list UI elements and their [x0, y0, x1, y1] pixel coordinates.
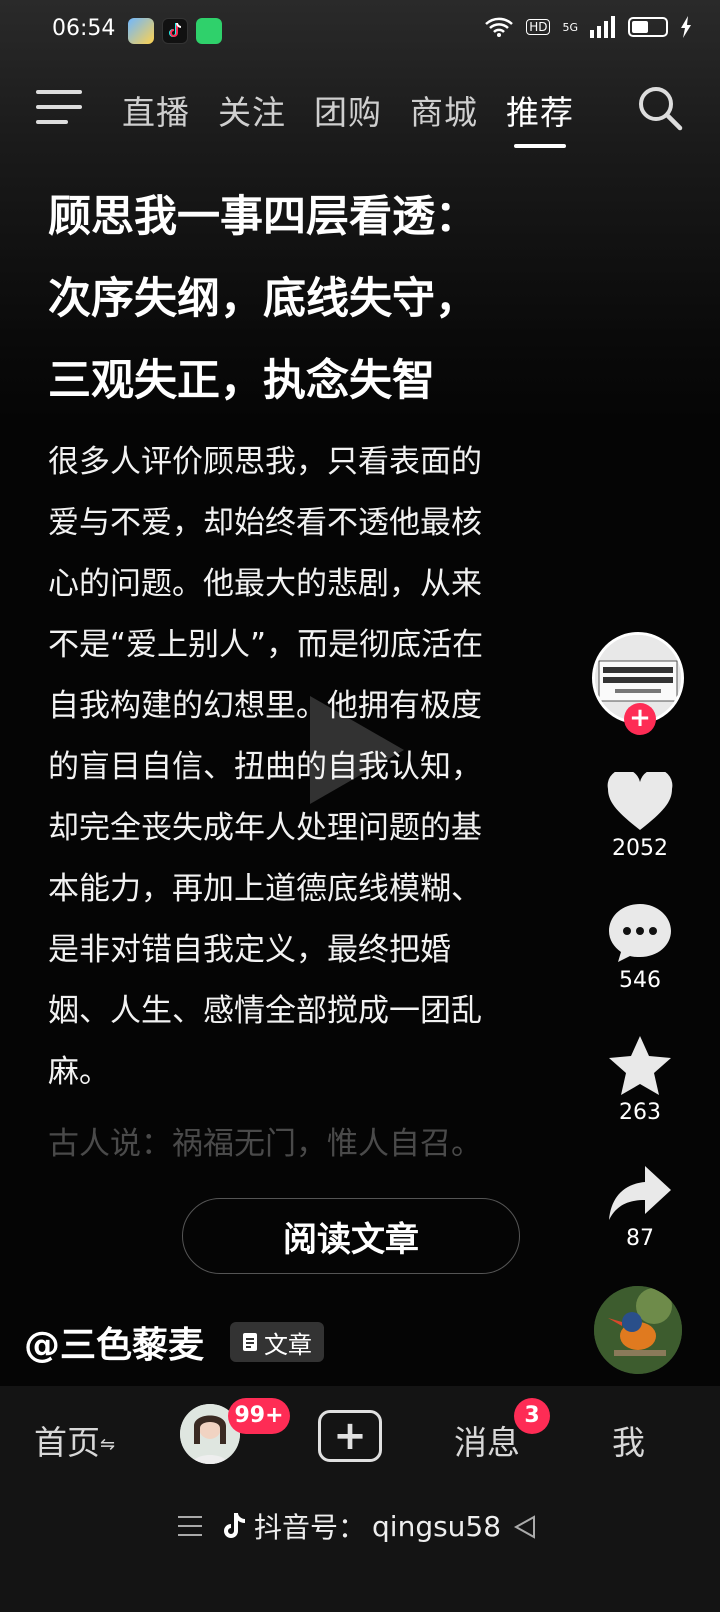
body-line: 姻、人生、感情全部搅成一团乱: [48, 993, 482, 1029]
body-line: 心的问题。他最大的悲剧，从来: [48, 566, 482, 602]
tab-mall[interactable]: 商城: [410, 86, 478, 134]
hd-indicator: HD: [526, 19, 551, 35]
friends-badge: 99+: [228, 1398, 290, 1434]
watermark-id: qingsu58: [372, 1509, 502, 1543]
star-icon: [609, 1036, 671, 1095]
body-line: 很多人评价顾思我，只看表面的: [48, 444, 482, 480]
music-disc-icon[interactable]: [594, 1286, 682, 1374]
share-count: 87: [626, 1226, 654, 1251]
create-post-button[interactable]: +: [318, 1410, 382, 1462]
body-line: 本能力，再加上道德底线模糊、: [48, 871, 482, 907]
message-app-icon: [196, 18, 222, 44]
menu-icon[interactable]: [36, 90, 82, 128]
charging-icon: [681, 16, 691, 38]
heart-icon: [607, 772, 673, 830]
plus-icon: +: [333, 1413, 367, 1459]
article-tag-label: 文章: [264, 1330, 312, 1359]
status-time: 06:54: [52, 16, 116, 41]
refresh-arrows-icon: ⇋: [100, 1434, 116, 1455]
nav-home[interactable]: 首页⇋: [34, 1416, 115, 1464]
author-name[interactable]: @三色藜麦: [24, 1316, 204, 1368]
article-tag: 文章: [230, 1322, 324, 1362]
like-count: 2052: [612, 836, 668, 861]
share-icon: [609, 1166, 671, 1220]
comment-count: 546: [619, 968, 661, 993]
favorite-count: 263: [619, 1100, 661, 1125]
system-menu-icon[interactable]: [178, 1516, 202, 1543]
douyin-logo-icon: [224, 1512, 246, 1538]
tab-recommended[interactable]: 推荐: [506, 86, 574, 148]
system-back-icon[interactable]: [512, 1514, 538, 1540]
search-icon[interactable]: [636, 84, 684, 132]
nav-home-label: 首页: [34, 1423, 100, 1462]
wifi-icon: [485, 17, 514, 37]
status-indicators: HD 5G: [484, 16, 692, 38]
play-icon[interactable]: [300, 690, 410, 810]
share-button[interactable]: 87: [590, 1164, 690, 1251]
watermark-label: 抖音号：: [254, 1511, 367, 1544]
tab-following[interactable]: 关注: [218, 86, 286, 134]
system-nav-bar: 抖音号： qingsu58: [0, 1496, 720, 1612]
nav-messages[interactable]: 消息: [454, 1416, 520, 1464]
signal-icon: [590, 16, 615, 38]
follow-plus-button[interactable]: +: [624, 703, 656, 735]
comment-icon: [609, 904, 671, 962]
document-icon: [243, 1333, 257, 1351]
title-line: 次序失纲，底线失守，: [48, 274, 478, 324]
title-line: 顾思我一事四层看透：: [48, 192, 478, 242]
article-title: 顾思我一事四层看透： 次序失纲，底线失守， 三观失正，执念失智: [48, 176, 648, 422]
comment-button[interactable]: 546: [590, 902, 690, 993]
body-line: 麻。: [48, 1054, 110, 1090]
network-indicator: 5G: [562, 20, 578, 34]
nav-me[interactable]: 我: [612, 1416, 645, 1464]
article-preview-faded: 古人说：祸福无门，惟人自召。: [48, 1126, 482, 1162]
weather-app-icon: [128, 18, 154, 44]
body-line: 不是“爱上别人”，而是彻底活在: [48, 627, 484, 663]
tab-live[interactable]: 直播: [122, 86, 190, 134]
title-line: 三观失正，执念失智: [48, 356, 435, 406]
douyin-app-icon: [162, 18, 188, 44]
tab-group-buy[interactable]: 团购: [314, 86, 382, 134]
favorite-button[interactable]: 263: [590, 1034, 690, 1125]
messages-badge: 3: [514, 1398, 550, 1434]
like-button[interactable]: 2052: [590, 772, 690, 861]
battery-icon: [628, 17, 668, 37]
douyin-watermark: 抖音号： qingsu58: [222, 1506, 501, 1546]
top-nav: 直播 关注 团购 商城 推荐: [0, 80, 720, 150]
read-article-button[interactable]: 阅读文章: [182, 1198, 520, 1274]
feed-tabs: 直播 关注 团购 商城 推荐: [122, 86, 574, 148]
body-line: 爱与不爱，却始终看不透他最核: [48, 505, 482, 541]
body-line: 是非对错自我定义，最终把婚: [48, 932, 451, 968]
status-bar: 06:54 HD 5G: [0, 0, 720, 62]
